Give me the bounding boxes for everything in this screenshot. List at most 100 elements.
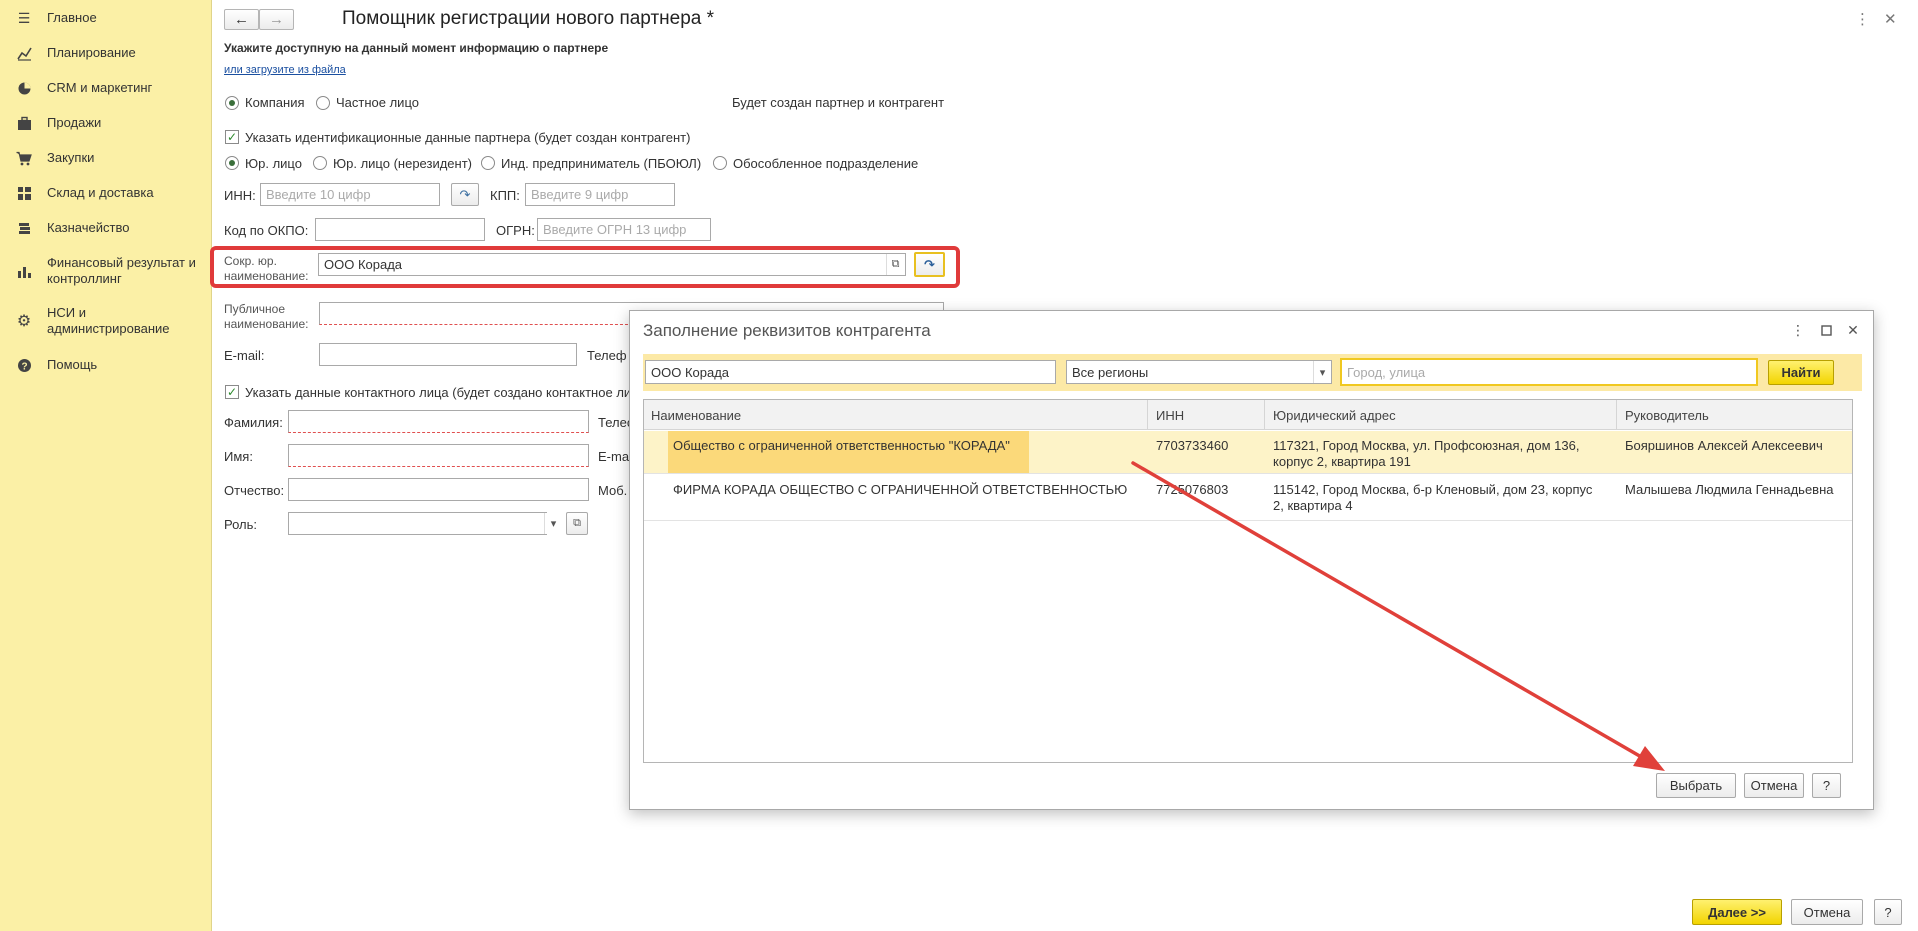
person-radio[interactable] [316,96,330,110]
role-label: Роль: [224,517,258,532]
row-address: 117321, Город Москва, ул. Профсоюзная, д… [1273,438,1580,469]
public-name-label-line1: Публичное [224,302,286,316]
row-inn: 7703733460 [1156,438,1229,453]
sidebar-item-label: Планирование [47,45,136,60]
grid-icon [15,184,33,202]
coins-icon [15,219,33,237]
okpo-input[interactable] [315,218,485,241]
arrow-right-icon: → [269,11,284,28]
inn-input[interactable] [260,183,440,206]
sidebar-item-label: Помощь [47,357,98,372]
ogrn-label: ОГРН: [496,223,535,238]
company-label: Компания [245,95,305,110]
inn-label: ИНН: [224,188,256,203]
specify-ident-checkbox[interactable]: ✓ [225,130,239,144]
curved-arrow-icon: ↷ [459,186,471,202]
close-icon[interactable]: ✕ [1884,10,1897,28]
row-inn: 7725076803 [1156,482,1229,497]
sidebar-item-warehouse[interactable]: Склад и доставка [0,184,212,202]
column-separator [1264,400,1265,430]
search-bar: ▾ Найти [643,354,1862,391]
sidebar-item-label: CRM и маркетинг [47,80,153,95]
forward-button[interactable]: → [259,9,294,30]
company-search-input[interactable] [645,360,1056,384]
role-open-button[interactable]: ⧉ [566,512,588,535]
column-header-inn[interactable]: ИНН [1156,408,1184,423]
close-icon[interactable]: ✕ [1844,321,1862,339]
ogrn-input[interactable] [537,218,711,241]
column-separator [1147,400,1148,430]
more-icon[interactable]: ⋮ [1789,321,1807,339]
legal-entity-label: Юр. лицо [245,156,302,171]
role-select[interactable] [288,512,547,535]
arrow-left-icon: ← [234,11,249,28]
sidebar-item-sales[interactable]: Продажи [0,114,212,132]
sidebar-item-label: Склад и доставка [47,185,154,200]
find-button[interactable]: Найти [1768,360,1834,385]
sidebar-item-main[interactable]: ☰ Главное [0,9,212,27]
cancel-button[interactable]: Отмена [1744,773,1804,798]
sidebar-item-treasury[interactable]: Казначейство [0,219,212,237]
division-radio[interactable] [713,156,727,170]
surname-input[interactable] [288,410,589,433]
table-row[interactable]: ФИРМА КОРАДА ОБЩЕСТВО С ОГРАНИЧЕННОЙ ОТВ… [644,475,1852,521]
row-address: 115142, Город Москва, б-р Кленовый, дом … [1273,482,1593,513]
form-hint: Укажите доступную на данный момент инфор… [224,41,609,55]
row-director: Бояршинов Алексей Алексеевич [1625,438,1823,453]
legal-entity-radio[interactable] [225,156,239,170]
name-label: Имя: [224,449,253,464]
load-from-file-link[interactable]: или загрузите из файла [224,64,346,76]
specify-contact-checkbox[interactable]: ✓ [225,385,239,399]
help-button[interactable]: ? [1812,773,1841,798]
entrepreneur-radio[interactable] [481,156,495,170]
select-button[interactable]: Выбрать [1656,773,1736,798]
phone-label: Телеф [587,348,627,363]
more-icon[interactable]: ⋮ [1855,10,1870,28]
email-label: E-mail: [224,348,265,363]
person-label: Частное лицо [336,95,419,110]
public-name-label-line2: наименование: [224,317,309,331]
row-director: Малышева Людмила Геннадьевна [1625,482,1834,497]
page-title: Помощник регистрации нового партнера * [342,8,715,29]
bar-chart-icon [15,262,33,280]
footer-cancel-button[interactable]: Отмена [1791,899,1863,925]
patronymic-input[interactable] [288,478,589,501]
sidebar-item-crm[interactable]: CRM и маркетинг [0,79,212,97]
inn-fill-button[interactable]: ↷ [451,183,479,206]
help-icon: ? [15,356,33,374]
cart-icon [15,149,33,167]
column-header-address[interactable]: Юридический адрес [1273,408,1396,423]
footer-help-button[interactable]: ? [1874,899,1902,925]
highlight-frame [210,246,960,288]
table-row[interactable]: Общество с ограниченной ответственностью… [644,431,1852,474]
chevron-down-icon[interactable]: ▾ [1313,361,1331,383]
email-input[interactable] [319,343,577,366]
briefcase-icon [15,114,33,132]
region-select[interactable] [1066,360,1332,384]
row-name: Общество с ограниченной ответственностью… [673,438,1010,453]
sidebar-item-label: Продажи [47,115,102,130]
public-name-label: Публичное наименование: [224,302,308,332]
sidebar-item-planning[interactable]: Планирование [0,44,212,62]
chevron-down-icon[interactable]: ▾ [544,513,562,534]
city-street-input[interactable] [1340,358,1758,386]
column-header-director[interactable]: Руководитель [1625,408,1709,423]
open-icon: ⧉ [573,517,581,529]
maximize-icon[interactable] [1817,321,1835,339]
back-button[interactable]: ← [224,9,259,30]
svg-text:?: ? [21,361,27,372]
division-label: Обособленное подразделение [733,156,919,171]
sidebar-item-label: Финансовый результат и контроллинг [47,255,196,286]
sidebar-item-purchases[interactable]: Закупки [0,149,212,167]
company-radio[interactable] [225,96,239,110]
menu-icon: ☰ [17,9,31,26]
kpp-input[interactable] [525,183,675,206]
nonresident-radio[interactable] [313,156,327,170]
next-button[interactable]: Далее >> [1692,899,1782,925]
gear-icon: ⚙ [16,313,32,330]
column-header-name[interactable]: Наименование [651,408,741,423]
sidebar-item-admin[interactable]: ⚙ НСИ и администрирование [0,305,212,337]
sidebar-item-help[interactable]: ? Помощь [0,356,212,374]
name-input[interactable] [288,444,589,467]
sidebar-item-finance[interactable]: Финансовый результат и контроллинг [0,255,212,287]
